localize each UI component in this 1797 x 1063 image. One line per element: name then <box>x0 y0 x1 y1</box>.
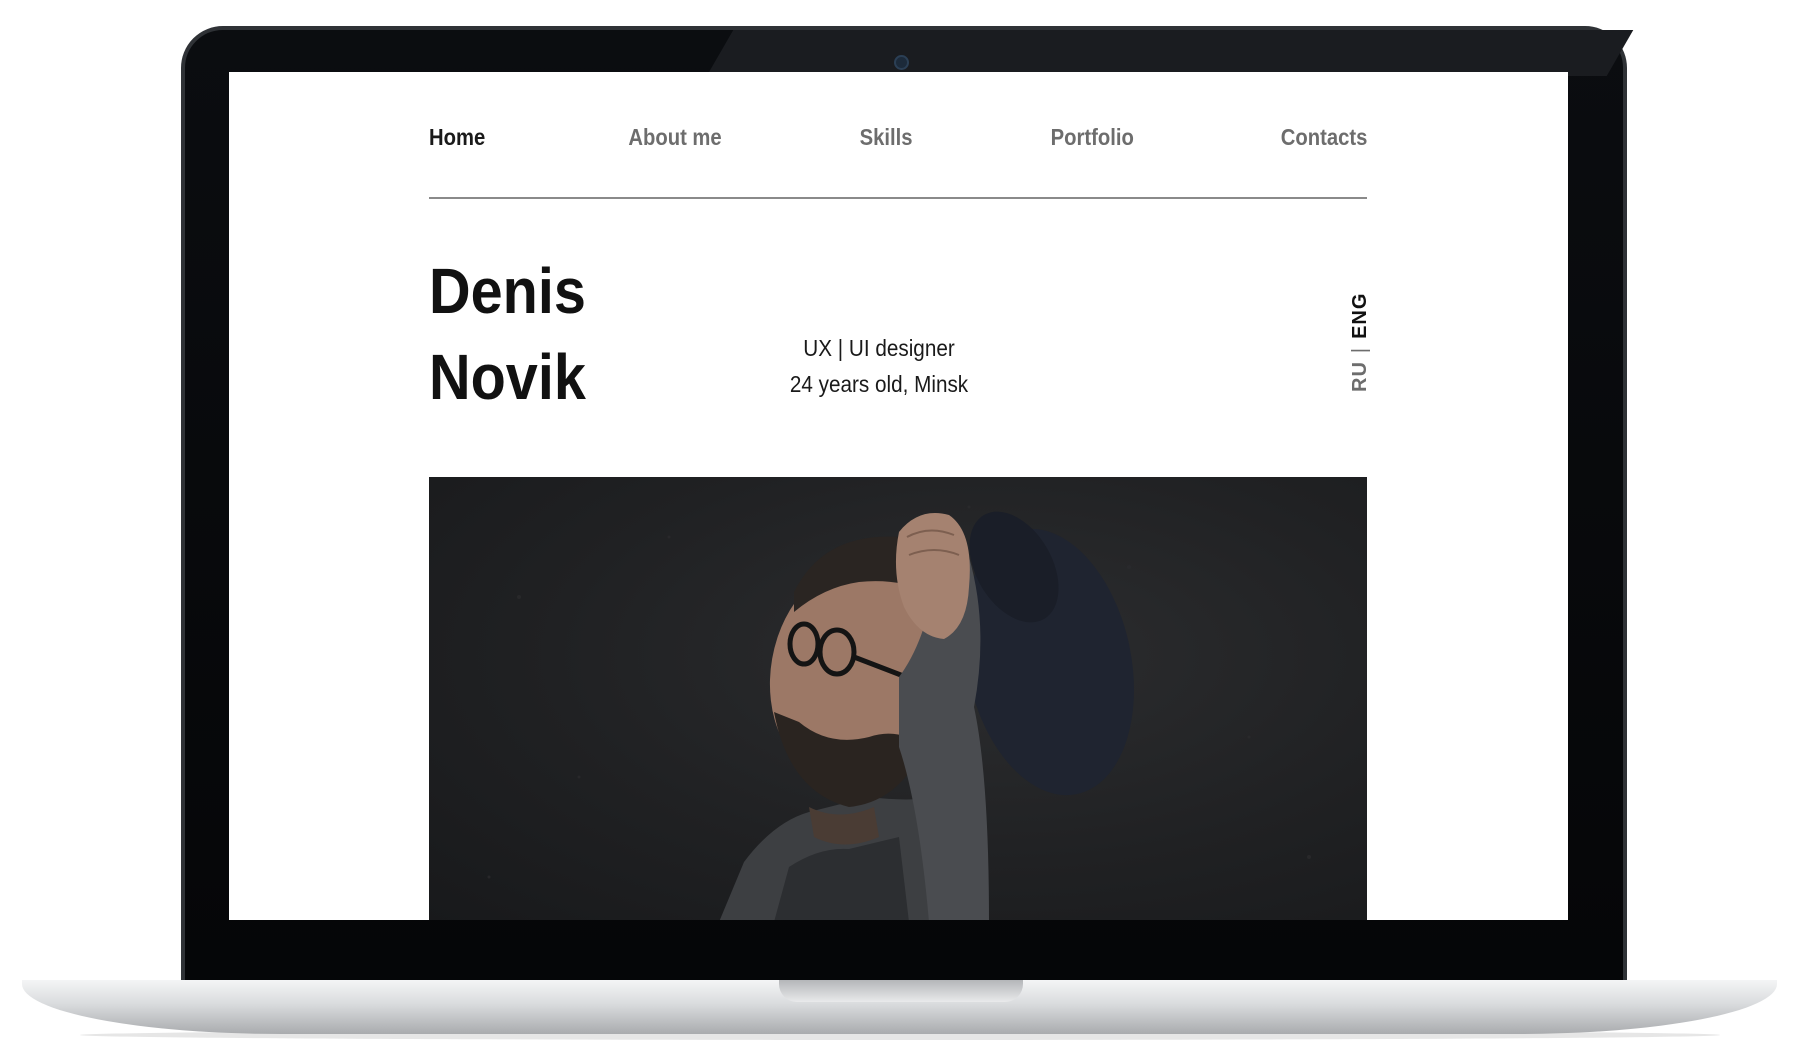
lang-ru-link[interactable]: RU <box>1349 361 1372 392</box>
job-title: UX | UI designer <box>803 335 955 361</box>
nav-item-portfolio[interactable]: Portfolio <box>1051 124 1134 151</box>
webcam-icon <box>894 55 909 70</box>
lang-eng-link[interactable]: ENG <box>1349 293 1372 339</box>
last-name: Novik <box>429 341 586 413</box>
nav-item-about-me[interactable]: About me <box>628 124 721 151</box>
hero-name: Denis Novik <box>429 248 586 420</box>
hero-subtitle: UX | UI designer 24 years old, Minsk <box>762 330 996 402</box>
lid-reflection <box>706 30 1634 76</box>
portrait-image <box>487 505 1311 920</box>
language-switcher: RU | ENG <box>1349 293 1372 392</box>
nav-item-home[interactable]: Home <box>429 124 485 151</box>
main-nav: Home About me Skills Portfolio Contacts <box>429 120 1367 154</box>
age-location: 24 years old, Minsk <box>789 371 969 397</box>
nav-divider <box>429 197 1367 199</box>
website-screen: Home About me Skills Portfolio Contacts … <box>229 72 1568 920</box>
nav-item-skills[interactable]: Skills <box>860 124 913 151</box>
laptop-base-notch <box>779 980 1023 1002</box>
first-name: Denis <box>429 255 586 327</box>
lang-separator: | <box>1349 346 1371 354</box>
hero-photo <box>429 477 1367 920</box>
nav-item-contacts[interactable]: Contacts <box>1280 124 1367 151</box>
